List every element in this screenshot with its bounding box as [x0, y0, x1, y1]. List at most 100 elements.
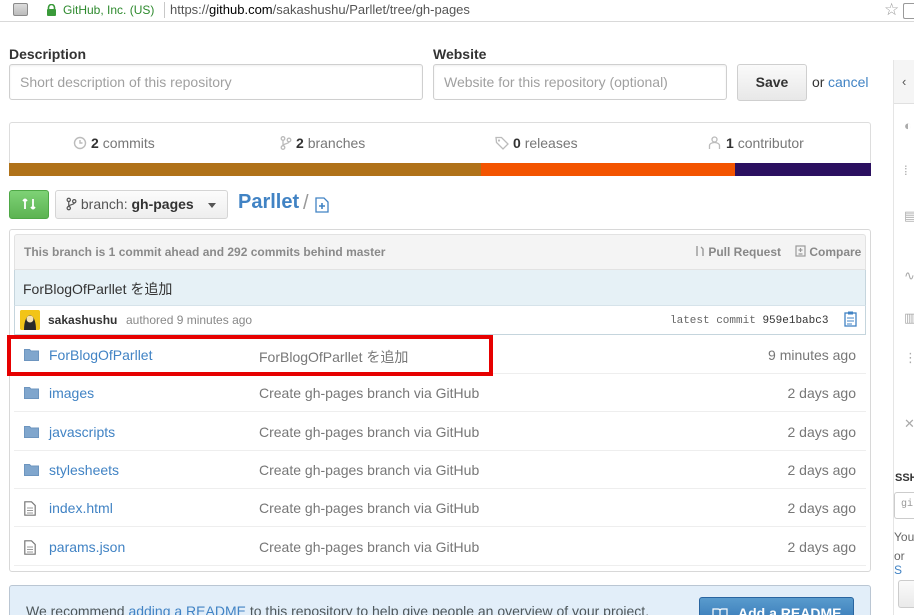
secure-label: GitHub, Inc. (US)	[63, 3, 155, 17]
compare-review-button[interactable]	[9, 190, 49, 219]
file-row: params.json Create gh-pages branch via Gi…	[14, 528, 866, 566]
file-age: 2 days ago	[787, 538, 857, 555]
pull-request-link[interactable]: Pull Request	[695, 245, 781, 259]
clone-desktop-button[interactable]	[898, 580, 914, 608]
clone-url-input[interactable]: gi	[894, 492, 914, 519]
releases-link[interactable]: 0 releases	[495, 135, 578, 151]
file-age: 2 days ago	[787, 500, 857, 517]
file-commit-message[interactable]: Create gh-pages branch via GitHub	[259, 424, 479, 440]
file-name-link[interactable]: stylesheets	[49, 462, 119, 478]
folder-icon	[24, 386, 39, 404]
readme-notice-text: We recommend adding a README to this rep…	[26, 603, 649, 615]
description-input[interactable]	[9, 64, 423, 100]
file-name-link[interactable]: javascripts	[49, 424, 115, 440]
file-navigation-table: This branch is 1 commit ahead and 292 co…	[9, 229, 871, 572]
readme-notice: We recommend adding a README to this rep…	[9, 585, 871, 615]
file-row: index.html Create gh-pages branch via Git…	[14, 489, 866, 528]
file-name-link[interactable]: images	[49, 385, 94, 401]
file-name-link[interactable]: index.html	[49, 500, 113, 516]
commit-title[interactable]: ForBlogOfParllet を追加	[23, 279, 172, 299]
website-input[interactable]	[433, 64, 727, 100]
tag-icon	[495, 136, 509, 150]
commit-title-bar: ForBlogOfParllet を追加	[14, 270, 866, 305]
language-segment[interactable]	[734, 163, 871, 176]
branch-selector[interactable]: branch: gh-pages	[55, 190, 228, 219]
url-field[interactable]: https://github.com/sakashushu/Parllet/tr…	[170, 2, 470, 17]
cancel-link[interactable]: cancel	[828, 74, 868, 90]
chevron-down-icon	[208, 203, 216, 208]
bookmark-star-icon[interactable]: ☆	[884, 0, 899, 20]
file-name-link[interactable]: params.json	[49, 539, 125, 555]
clipboard-icon[interactable]	[844, 311, 857, 327]
branch-prefix: branch:	[80, 196, 128, 212]
file-commit-message[interactable]: Create gh-pages branch via GitHub	[259, 385, 479, 401]
language-segment[interactable]	[9, 163, 481, 176]
diff-icon	[795, 245, 806, 257]
file-icon	[24, 501, 36, 521]
commit-author[interactable]: sakashushu	[48, 313, 117, 327]
add-readme-button[interactable]: Add a README	[699, 597, 854, 615]
branches-link[interactable]: 2 branches	[280, 135, 365, 151]
save-button[interactable]: Save	[737, 64, 807, 101]
page-icon	[13, 3, 28, 16]
commit-time: authored 9 minutes ago	[126, 313, 253, 327]
organization-icon	[708, 136, 721, 149]
language-segment[interactable]	[480, 163, 735, 176]
settings-icon[interactable]: ✕	[904, 416, 914, 432]
branch-status-bar: This branch is 1 commit ahead and 292 co…	[14, 234, 866, 270]
commits-link[interactable]: 2 commits	[73, 135, 155, 151]
latest-commit: latest commit 959e1babc3	[670, 315, 829, 327]
description-label: Description	[9, 46, 87, 62]
lock-icon	[47, 4, 56, 16]
avatar[interactable]	[20, 310, 40, 330]
repo-sidebar: ‹ ◐ ⁞ ▤ ∿ ▥ ⋮ ✕ SSH gi You or S	[893, 60, 914, 615]
commit-sha[interactable]: 959e1babc3	[762, 315, 828, 327]
file-commit-message[interactable]: Create gh-pages branch via GitHub	[259, 500, 479, 516]
branch-status-text: This branch is 1 commit ahead and 292 co…	[24, 245, 386, 259]
commit-meta-bar: sakashushu authored 9 minutes ago latest…	[14, 305, 866, 335]
or-text: or	[812, 74, 825, 90]
language-bar[interactable]	[9, 163, 871, 176]
branch-icon	[66, 197, 77, 211]
path-separator: /	[303, 192, 309, 214]
sidebar-collapse-tab[interactable]: ‹	[894, 60, 914, 104]
repo-name-link[interactable]: Parllet	[238, 191, 299, 214]
folder-icon	[24, 425, 39, 443]
folder-icon	[24, 463, 39, 481]
pull-requests-icon[interactable]: ⁞	[904, 163, 908, 178]
file-age: 2 days ago	[787, 423, 857, 440]
compare-icon	[22, 198, 36, 210]
file-row: stylesheets Create gh-pages branch via Gi…	[14, 451, 866, 489]
new-file-icon[interactable]	[315, 197, 329, 213]
browser-menu-icon[interactable]	[903, 3, 914, 19]
clone-protocol-label: SSH	[895, 472, 914, 484]
chevron-left-icon: ‹	[902, 74, 907, 89]
clone-help-link[interactable]: S	[894, 563, 902, 577]
graphs-icon[interactable]: ▥	[904, 310, 914, 326]
pulse-icon[interactable]: ∿	[904, 268, 914, 284]
book-icon	[712, 608, 728, 615]
file-commit-message[interactable]: Create gh-pages branch via GitHub	[259, 539, 479, 555]
file-row: javascripts Create gh-pages branch via Gi…	[14, 413, 866, 451]
address-separator	[164, 2, 165, 18]
contributors-link[interactable]: 1 contributor	[707, 135, 804, 151]
wiki-icon[interactable]: ▤	[904, 208, 914, 224]
file-age: 2 days ago	[787, 461, 857, 478]
website-label: Website	[433, 46, 487, 62]
file-commit-message[interactable]: Create gh-pages branch via GitHub	[259, 462, 479, 478]
add-readme-link[interactable]: adding a README	[128, 603, 246, 615]
history-icon	[73, 136, 87, 150]
clone-help-or: or S	[894, 549, 905, 577]
browser-address-bar: GitHub, Inc. (US) https://github.com/sak…	[0, 0, 914, 22]
compare-link[interactable]: Compare	[795, 245, 861, 259]
file-age: 2 days ago	[787, 385, 857, 402]
code-icon[interactable]: ◐	[904, 118, 912, 133]
file-icon	[24, 539, 36, 560]
branch-icon	[280, 136, 292, 150]
highlight-annotation	[7, 335, 493, 376]
network-icon[interactable]: ⋮	[904, 350, 914, 366]
file-age: 9 minutes ago	[768, 347, 856, 363]
clone-help-text: You	[894, 530, 914, 544]
file-row: images Create gh-pages branch via GitHub 2…	[14, 374, 866, 413]
pull-request-icon	[696, 246, 704, 256]
